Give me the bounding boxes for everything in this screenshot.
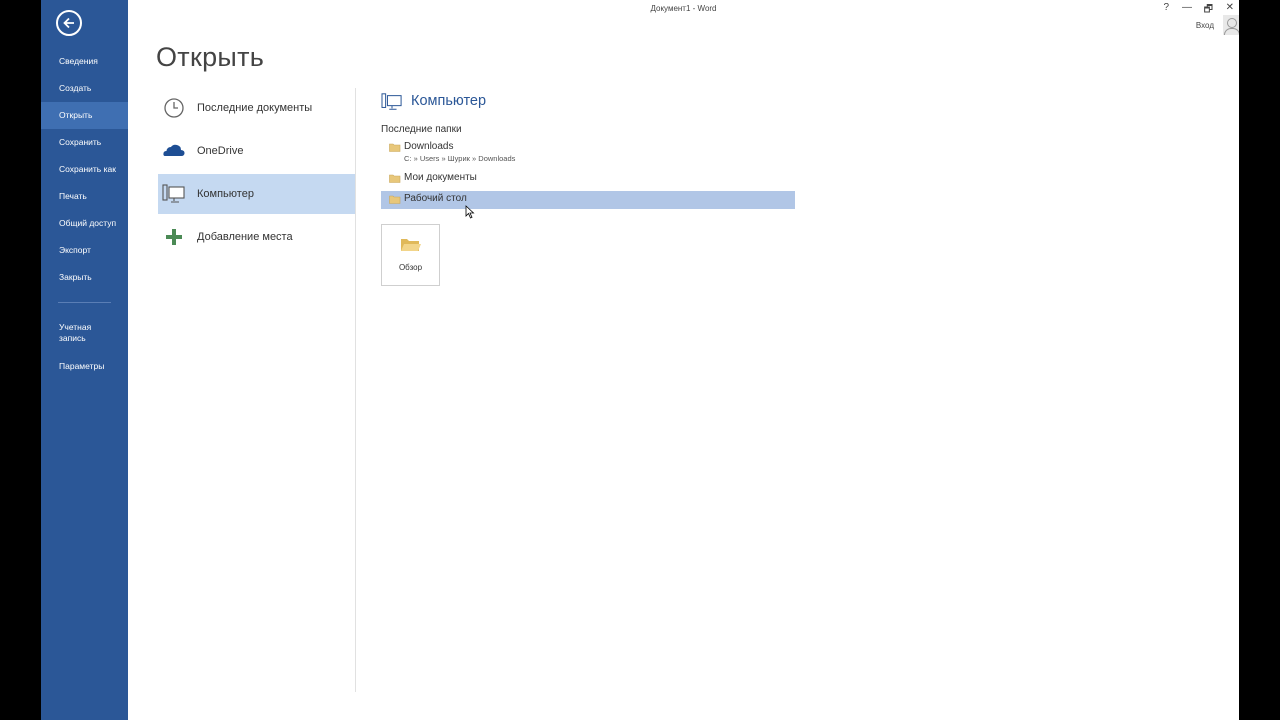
help-icon[interactable]: ?	[1163, 2, 1169, 13]
folder-name: Downloads	[404, 141, 454, 152]
computer-icon	[162, 184, 185, 203]
folder-icon	[389, 143, 401, 152]
mouse-cursor-icon	[465, 205, 475, 219]
plus-icon	[166, 229, 182, 245]
nav-item-save[interactable]: Сохранить	[41, 129, 128, 156]
nav-item-info[interactable]: Сведения	[41, 48, 128, 75]
folder-path: C: » Users » Шурик » Downloads	[404, 154, 516, 163]
place-onedrive[interactable]: OneDrive	[158, 131, 355, 171]
column-divider	[355, 88, 356, 692]
back-button[interactable]	[56, 10, 82, 36]
folder-name: Мои документы	[404, 172, 477, 183]
nav-item-export[interactable]: Экспорт	[41, 237, 128, 264]
place-computer[interactable]: Компьютер	[158, 174, 355, 214]
computer-icon	[381, 93, 402, 110]
backstage-sidebar: Сведения Создать Открыть Сохранить Сохра…	[41, 0, 128, 720]
detail-title: Компьютер	[411, 93, 487, 109]
folder-icon	[389, 174, 401, 183]
minimize-button[interactable]: —	[1182, 2, 1192, 13]
back-arrow-icon	[63, 17, 74, 29]
nav-item-print[interactable]: Печать	[41, 183, 128, 210]
clock-icon	[164, 98, 184, 118]
window-title: Документ1 - Word	[650, 4, 717, 13]
title-bar: Документ1 - Word ? — 🗗 ✕ Вход	[128, 0, 1239, 35]
open-folder-icon	[401, 239, 421, 251]
places-list: Последние документы OneDrive Компьютер Д…	[158, 88, 355, 260]
word-backstage-window: Сведения Создать Открыть Сохранить Сохра…	[41, 0, 1239, 720]
nav-item-new[interactable]: Создать	[41, 75, 128, 102]
nav-divider	[58, 302, 111, 303]
nav-item-share[interactable]: Общий доступ	[41, 210, 128, 237]
sign-in-link[interactable]: Вход	[1196, 21, 1214, 30]
close-button[interactable]: ✕	[1226, 2, 1234, 13]
browse-label: Обзор	[398, 263, 423, 272]
page-title: Открыть	[156, 42, 265, 72]
detail-header: Компьютер	[381, 88, 801, 116]
nav-item-save-as[interactable]: Сохранить как	[41, 156, 128, 183]
nav-item-account[interactable]: Учетная запись	[41, 313, 111, 353]
avatar-icon[interactable]	[1223, 15, 1239, 35]
restore-button[interactable]: 🗗	[1204, 2, 1213, 19]
place-label: OneDrive	[197, 145, 244, 157]
backstage-nav: Сведения Создать Открыть Сохранить Сохра…	[41, 48, 128, 380]
recent-folder-item[interactable]: Downloads C: » Users » Шурик » Downloads	[381, 139, 795, 169]
place-recent-documents[interactable]: Последние документы	[158, 88, 355, 128]
nav-item-open[interactable]: Открыть	[41, 102, 128, 129]
computer-detail-pane: Компьютер Последние папки Downloads C: »…	[381, 88, 801, 286]
folder-name: Рабочий стол	[404, 193, 467, 204]
browse-button[interactable]: Обзор	[381, 224, 440, 286]
recent-folder-item-selected[interactable]: Рабочий стол	[381, 191, 795, 209]
cloud-icon	[163, 144, 185, 156]
recent-folder-item[interactable]: Мои документы	[381, 170, 795, 188]
place-label: Компьютер	[197, 188, 254, 200]
folder-icon	[389, 195, 401, 204]
nav-item-options[interactable]: Параметры	[41, 353, 128, 380]
place-add-location[interactable]: Добавление места	[158, 217, 355, 257]
place-label: Последние документы	[197, 102, 313, 114]
place-label: Добавление места	[197, 231, 293, 243]
recent-folders-label: Последние папки	[381, 124, 462, 135]
nav-item-close[interactable]: Закрыть	[41, 264, 128, 291]
